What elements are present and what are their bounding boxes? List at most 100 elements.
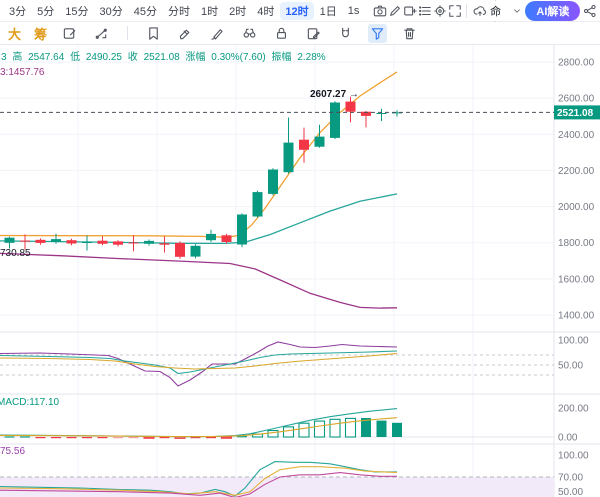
macd-bar bbox=[82, 437, 92, 438]
macd-bar bbox=[268, 431, 278, 438]
macd-bar bbox=[222, 437, 232, 438]
macd-axis-label: 0.00 bbox=[558, 433, 578, 444]
tab-2h[interactable]: 2时 bbox=[224, 2, 251, 20]
tab-1s[interactable]: 1s bbox=[343, 4, 365, 18]
rsi-axis-label: 50.00 bbox=[558, 361, 583, 372]
tab-intraday[interactable]: 分时 bbox=[163, 2, 195, 20]
price-axis-label: 2200.00 bbox=[558, 166, 595, 177]
candle-body bbox=[346, 102, 356, 112]
rsi-axis-label: 100.00 bbox=[558, 336, 589, 347]
macd-bar bbox=[36, 437, 46, 438]
tab-30m[interactable]: 30分 bbox=[95, 2, 128, 20]
tab-3m[interactable]: 3分 bbox=[4, 2, 31, 20]
candle-body bbox=[51, 239, 61, 242]
bookmark-icon[interactable] bbox=[144, 24, 163, 43]
candle-body bbox=[330, 103, 340, 138]
ai-analysis-button[interactable]: AI解读 bbox=[525, 1, 580, 21]
chevron-down-icon bbox=[512, 2, 522, 20]
tab-45m[interactable]: 45分 bbox=[129, 2, 162, 20]
current-price-tag-value: 2521.08 bbox=[557, 108, 594, 119]
trading-app: 3分 5分 15分 30分 45分 分时 1时 2时 4时 12时 1日 1s bbox=[0, 0, 600, 497]
candle-body bbox=[98, 241, 108, 244]
tab-4h[interactable]: 4时 bbox=[252, 2, 279, 20]
add-pane-icon[interactable] bbox=[403, 2, 417, 20]
top-toolbar: 3分 5分 15分 30分 45分 分时 1时 2时 4时 12时 1日 1s bbox=[0, 0, 600, 22]
price-axis-label: 2400.00 bbox=[558, 130, 595, 141]
trash-icon[interactable] bbox=[400, 24, 419, 43]
macd-bar bbox=[129, 437, 139, 438]
macd-bar bbox=[160, 437, 170, 438]
macd-bar bbox=[5, 436, 15, 437]
trend-line-tool-icon[interactable] bbox=[92, 24, 111, 43]
object-tree-icon[interactable] bbox=[418, 2, 432, 20]
macd-bar bbox=[51, 437, 61, 438]
filter-funnel-icon[interactable] bbox=[368, 24, 387, 43]
macd-bar bbox=[113, 437, 123, 438]
candle-body bbox=[144, 241, 154, 244]
macd-bar bbox=[299, 423, 309, 437]
indicator-panel-icon[interactable] bbox=[60, 24, 79, 43]
price-axis-label: 1800.00 bbox=[558, 238, 595, 249]
candle-body bbox=[315, 137, 325, 147]
macd-axis-label: 200.00 bbox=[558, 404, 589, 415]
candle-body bbox=[191, 246, 201, 257]
price-axis-label: 1400.00 bbox=[558, 311, 595, 322]
draw-pen-icon[interactable] bbox=[208, 24, 227, 43]
macd-bar bbox=[284, 427, 294, 437]
candle-body bbox=[160, 243, 170, 244]
lock-icon[interactable] bbox=[272, 24, 291, 43]
candle-body bbox=[237, 215, 247, 245]
chips-button[interactable]: 筹 bbox=[34, 24, 47, 43]
macd-bar bbox=[20, 436, 30, 437]
candle-body bbox=[67, 240, 77, 243]
divider bbox=[127, 26, 128, 40]
candle-body bbox=[129, 243, 139, 244]
candle-body bbox=[253, 192, 263, 216]
camera-icon[interactable] bbox=[373, 2, 387, 20]
binoculars-icon[interactable] bbox=[240, 24, 259, 43]
tab-15m[interactable]: 15分 bbox=[60, 2, 93, 20]
kdj-axis-label: 70.00 bbox=[558, 472, 583, 483]
candle-body bbox=[299, 140, 309, 150]
big-orders-button[interactable]: 大 bbox=[8, 24, 21, 43]
candle-body bbox=[284, 143, 294, 173]
candle-body bbox=[206, 234, 216, 240]
tab-5m[interactable]: 5分 bbox=[32, 2, 59, 20]
settings-gear-icon[interactable] bbox=[433, 2, 447, 20]
divider bbox=[466, 4, 467, 18]
candle-body bbox=[268, 170, 278, 194]
share-icon[interactable] bbox=[583, 2, 597, 20]
tab-1h[interactable]: 1时 bbox=[196, 2, 223, 20]
kdj-axis-label: 50.00 bbox=[558, 487, 583, 497]
price-axis-label: 2800.00 bbox=[558, 58, 595, 69]
kdj-axis-label: 100.00 bbox=[558, 451, 589, 462]
tab-12h-selected[interactable]: 12时 bbox=[280, 2, 313, 20]
cloud-upload-icon bbox=[473, 2, 487, 20]
candle-body bbox=[36, 240, 46, 243]
note-edit-icon[interactable] bbox=[304, 24, 323, 43]
magnet-icon[interactable] bbox=[336, 24, 355, 43]
macd-bar bbox=[144, 437, 154, 438]
candle-body bbox=[20, 241, 30, 242]
price-axis-label: 2600.00 bbox=[558, 94, 595, 105]
edit-pencil-icon[interactable] bbox=[388, 2, 402, 20]
chart-canvas: 2800.00 2600.00 2400.00 2200.00 2000.00 1800.… bbox=[0, 45, 600, 497]
macd-bar bbox=[392, 423, 402, 437]
eraser-icon[interactable] bbox=[176, 24, 195, 43]
price-axis-label: 2000.00 bbox=[558, 202, 595, 213]
candle-body bbox=[82, 242, 92, 243]
tab-1d[interactable]: 1日 bbox=[315, 2, 342, 20]
candle-body bbox=[377, 113, 387, 114]
candle-body bbox=[175, 243, 185, 257]
candle-body bbox=[222, 235, 232, 242]
macd-bar bbox=[315, 421, 325, 437]
macd-bar bbox=[206, 437, 216, 438]
fullscreen-icon[interactable] bbox=[448, 2, 462, 20]
drawing-toolbar: 大 筹 bbox=[0, 22, 600, 45]
chart-area[interactable]: 2800.00 2600.00 2400.00 2200.00 2000.00 1800.… bbox=[0, 45, 600, 497]
candle-body bbox=[5, 238, 15, 243]
price-axis-label: 1600.00 bbox=[558, 274, 595, 285]
macd-bar bbox=[98, 437, 108, 438]
macd-bar bbox=[67, 437, 77, 438]
macd-bar bbox=[175, 437, 185, 438]
